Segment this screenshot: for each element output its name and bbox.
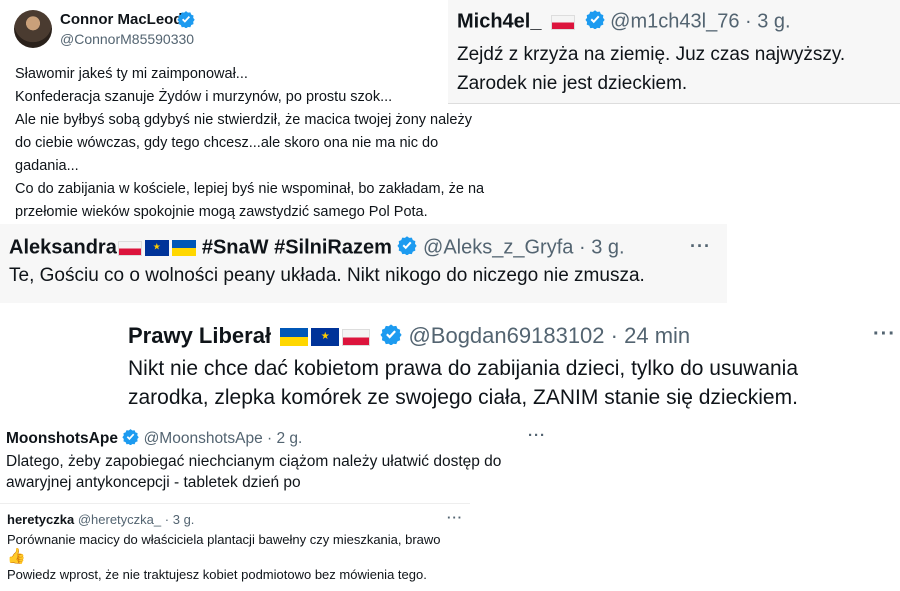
- display-name[interactable]: MoonshotsApe: [6, 430, 118, 447]
- poland-flag-icon: [551, 14, 576, 30]
- tweet-text: Porównanie macicy do właściciela plantac…: [7, 531, 467, 583]
- poland-flag-icon: [342, 328, 371, 346]
- tweet-text-line: Zejdź z krzyża na ziemię. Juz czas najwy…: [457, 44, 846, 65]
- timestamp[interactable]: 24 min: [624, 323, 690, 348]
- display-name[interactable]: Mich4el_: [457, 10, 541, 32]
- timestamp[interactable]: 3 g.: [591, 236, 624, 258]
- tweet-text: Zejdź z krzyża na ziemię. Juz czas najwy…: [457, 40, 845, 98]
- more-options-button[interactable]: ···: [690, 236, 711, 257]
- eu-flag-icon: ★: [311, 328, 340, 347]
- tweet-header: Prawy Liberał ★ @Bogdan69183102 · 24 min: [128, 323, 690, 351]
- tweet-header: Aleksandra ★ #SnaW #SilniRazem @Aleks_z_Gr…: [9, 235, 625, 261]
- verified-badge-icon: [177, 10, 195, 33]
- tweet-text-line: Powiedz wprost, że nie traktujesz kobiet…: [7, 567, 427, 582]
- tweet-text-line: przełomie wieków spokojnie mogą zawstydz…: [15, 204, 428, 220]
- display-name[interactable]: Connor MacLeod: [60, 11, 183, 28]
- user-handle[interactable]: @ConnorM85590330: [60, 31, 194, 47]
- tweet-header: Mich4el_ @m1ch43l_76 · 3 g.: [457, 9, 791, 35]
- display-name[interactable]: heretyczka: [7, 512, 74, 527]
- timestamp[interactable]: 3 g.: [173, 512, 195, 527]
- timestamp[interactable]: 3 g.: [757, 10, 790, 32]
- tweet-text: Dlatego, żeby zapobiegać niechcianym cią…: [6, 451, 556, 493]
- tweet-header: MoonshotsApe @MoonshotsApe · 2 g.: [6, 428, 302, 450]
- separator-dot: ·: [267, 430, 273, 448]
- more-options-button[interactable]: ···: [447, 510, 463, 525]
- separator-dot: ·: [610, 323, 618, 348]
- tweet-text-line: Zarodek nie jest dzieckiem.: [457, 73, 688, 94]
- eu-flag-icon: ★: [144, 240, 169, 256]
- tweet-prawy-liberal[interactable]: Prawy Liberał ★ @Bogdan69183102 · 24 min…: [125, 311, 900, 421]
- verified-badge-icon: [122, 428, 139, 450]
- tweet-text-line: zarodka, zlepka komórek ze swojego ciała…: [128, 386, 798, 409]
- tweet-text-line: Co do zabijania w kościele, lepiej byś n…: [15, 181, 485, 197]
- display-name[interactable]: Aleksandra: [9, 236, 117, 258]
- separator-dot: ·: [578, 236, 586, 259]
- ukraine-flag-icon: [171, 240, 196, 256]
- separator-dot: ·: [745, 10, 752, 33]
- tweet-text: Nikt nie chce dać kobietom prawa do zabi…: [128, 354, 898, 412]
- user-handle[interactable]: @m1ch43l_76: [610, 10, 739, 32]
- tweet-text-line: gadania...: [15, 158, 79, 174]
- verified-badge-icon: [585, 9, 605, 35]
- profile-hashtags[interactable]: #SnaW #SilniRazem: [202, 236, 392, 258]
- tweet-text-line: Ale nie byłbyś sobą gdybyś nie stwierdzi…: [15, 112, 472, 128]
- user-handle[interactable]: @Aleks_z_Gryfa: [423, 236, 573, 258]
- display-name[interactable]: Prawy Liberał: [128, 323, 271, 348]
- verified-badge-icon: [380, 323, 402, 351]
- tweet-moonshotsape[interactable]: MoonshotsApe @MoonshotsApe · 2 g. ··· Dl…: [0, 421, 560, 499]
- user-handle[interactable]: @heretyczka_: [78, 512, 161, 527]
- tweet-text-line: awaryjnej antykoncepcji - tabletek dzień…: [6, 474, 301, 491]
- tweet-aleksandra[interactable]: Aleksandra ★ #SnaW #SilniRazem @Aleks_z_Gr…: [0, 224, 727, 303]
- ukraine-flag-icon: [280, 328, 309, 347]
- thumbs-up-icon: 👍: [7, 548, 26, 565]
- more-options-button[interactable]: ···: [528, 427, 546, 444]
- user-handle[interactable]: @Bogdan69183102: [408, 323, 604, 348]
- tweet-text-line: do ciebie wówczas, gdy tego chcesz...ale…: [15, 135, 439, 151]
- avatar[interactable]: [14, 10, 52, 48]
- tweet-text-line: Nikt nie chce dać kobietom prawa do zabi…: [128, 357, 799, 380]
- tweet-text-line: Porównanie macicy do właściciela plantac…: [7, 532, 441, 547]
- tweet-header: heretyczka @heretyczka_ · 3 g.: [7, 512, 194, 527]
- timestamp[interactable]: 2 g.: [277, 430, 303, 447]
- verified-badge-icon: [397, 235, 418, 261]
- tweet-text: Te, Gościu co o wolności peany układa. N…: [9, 265, 645, 286]
- poland-flag-icon: [117, 240, 142, 256]
- tweet-heretyczka[interactable]: heretyczka @heretyczka_ · 3 g. ··· Porów…: [0, 503, 470, 591]
- tweet-text-line: Dlatego, żeby zapobiegać niechcianym cią…: [6, 453, 502, 470]
- user-handle[interactable]: @MoonshotsApe: [144, 430, 263, 447]
- separator-dot: ·: [164, 512, 170, 527]
- more-options-button[interactable]: ···: [873, 323, 896, 346]
- tweet-mich4el[interactable]: Mich4el_ @m1ch43l_76 · 3 g. Zejdź z krzy…: [448, 0, 900, 104]
